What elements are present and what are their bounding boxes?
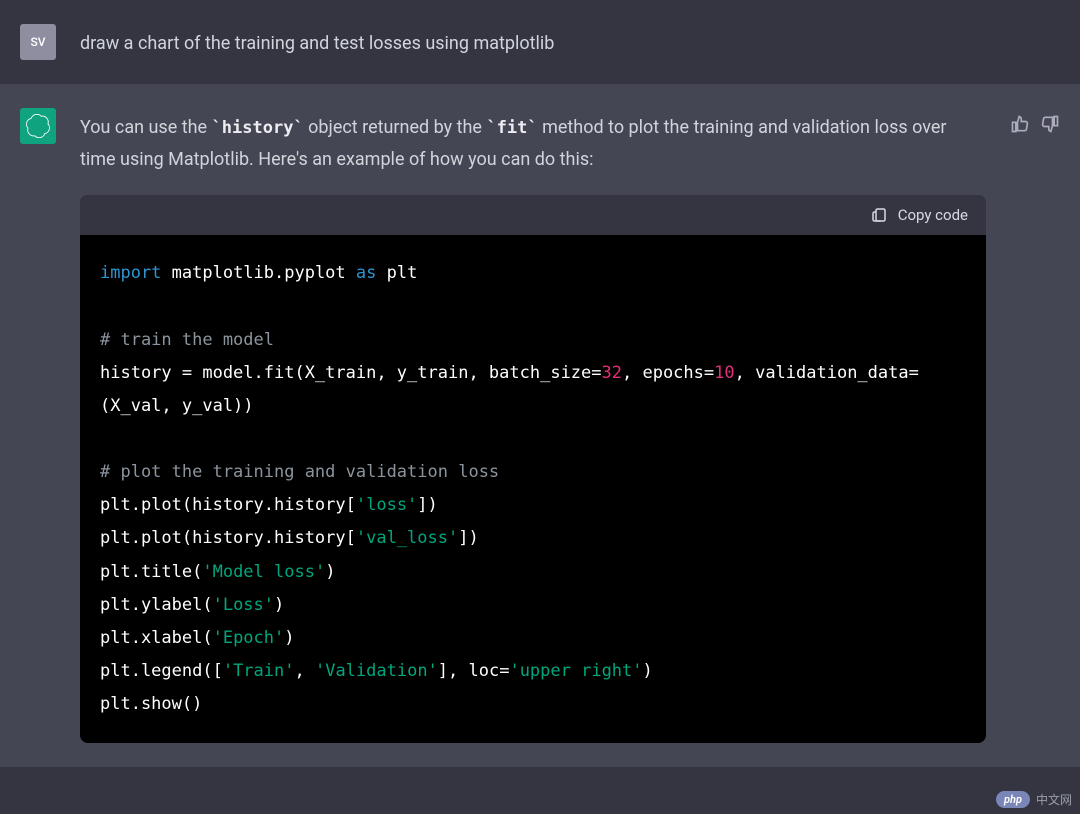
code-content[interactable]: import matplotlib.pyplot as plt # train …	[80, 235, 986, 743]
php-badge: php	[996, 791, 1030, 808]
user-message-text: draw a chart of the training and test lo…	[80, 28, 1060, 60]
avatar-initials: SV	[30, 35, 45, 49]
openai-logo-icon	[26, 114, 50, 138]
text-segment: object returned by the	[304, 117, 487, 138]
user-avatar: SV	[20, 24, 56, 60]
assistant-avatar	[20, 108, 56, 144]
user-message-content: draw a chart of the training and test lo…	[80, 24, 1060, 60]
assistant-message-content: You can use the `history` object returne…	[80, 108, 986, 743]
text-segment: You can use the	[80, 117, 212, 138]
thumbs-down-icon[interactable]	[1040, 114, 1060, 134]
thumbs-up-icon[interactable]	[1010, 114, 1030, 134]
inline-code-history: `history`	[212, 118, 304, 138]
clipboard-icon	[870, 206, 888, 224]
code-block: Copy code import matplotlib.pyplot as pl…	[80, 195, 986, 743]
copy-code-button[interactable]: Copy code	[80, 195, 986, 235]
watermark-text: 中文网	[1036, 791, 1072, 808]
feedback-buttons	[1010, 108, 1060, 743]
copy-code-label: Copy code	[898, 202, 968, 228]
assistant-paragraph: You can use the `history` object returne…	[80, 112, 986, 175]
user-message-row: SV draw a chart of the training and test…	[0, 0, 1080, 84]
watermark: php 中文网	[996, 791, 1072, 808]
assistant-message-row: You can use the `history` object returne…	[0, 84, 1080, 767]
inline-code-fit: `fit`	[486, 118, 537, 138]
